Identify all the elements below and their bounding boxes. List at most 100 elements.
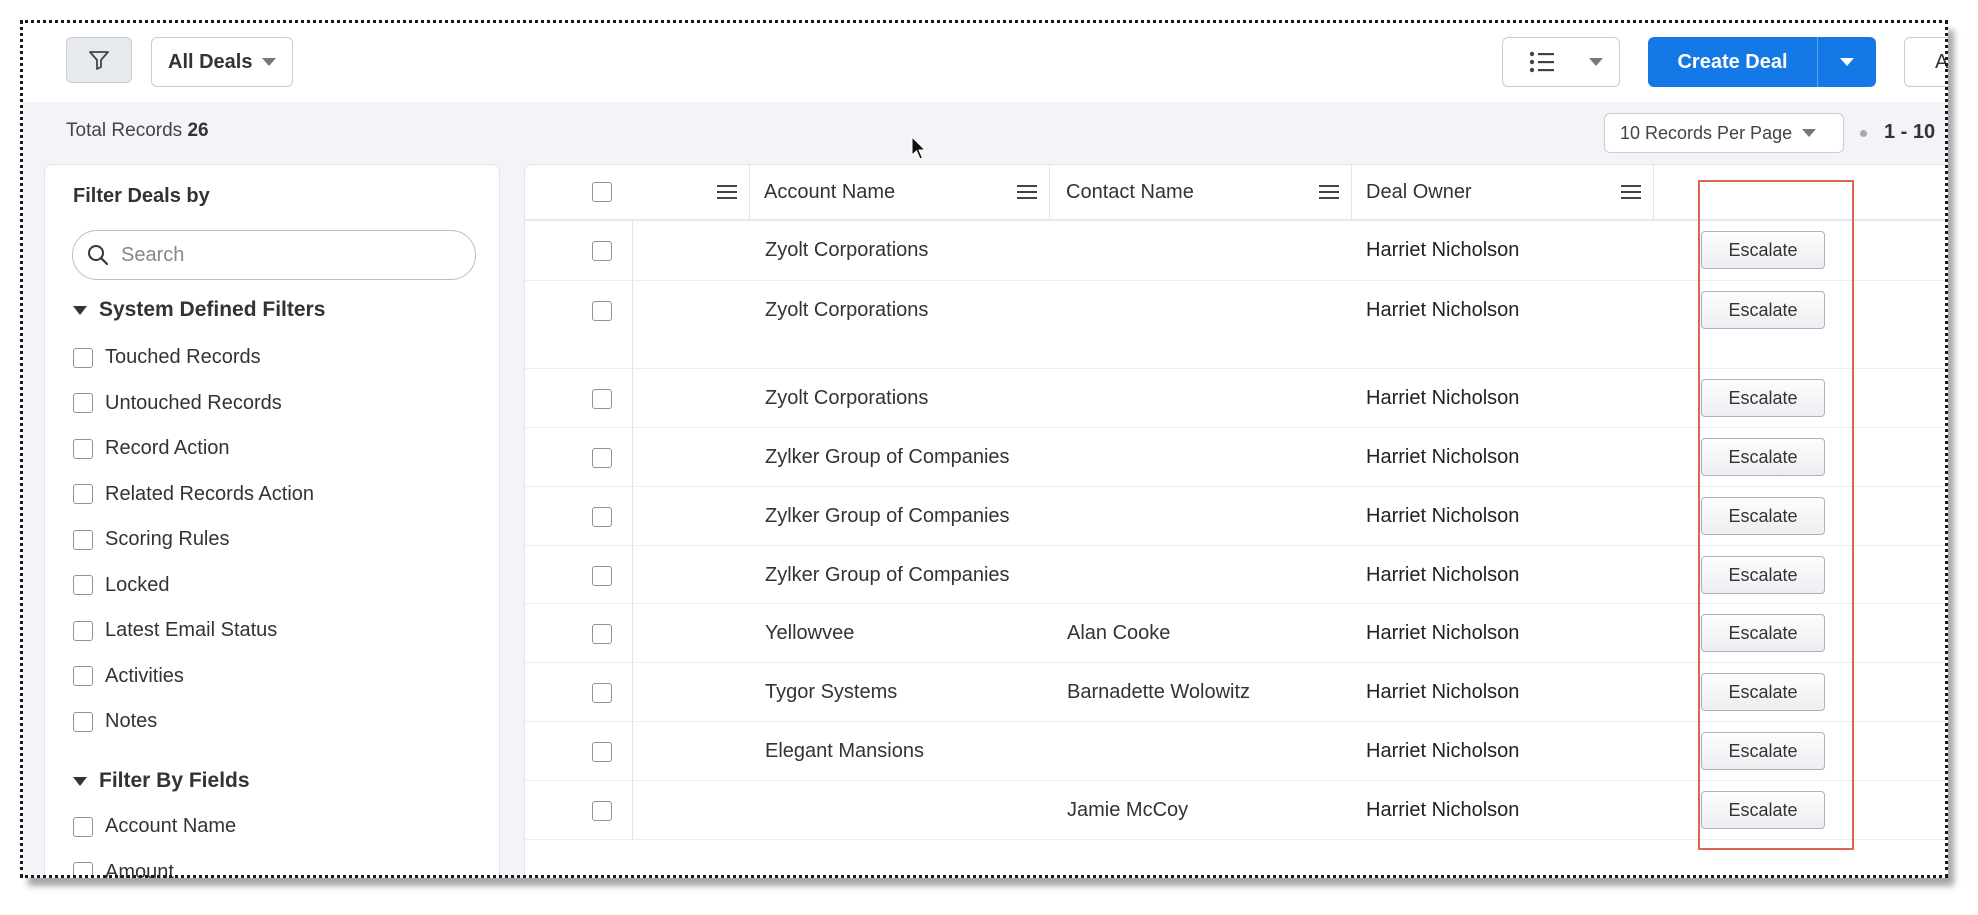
table-row[interactable]: Zyolt Corporations Harriet Nicholson Escal… <box>525 369 1948 428</box>
column-header-account-name[interactable]: Account Name <box>750 165 1050 219</box>
select-all-checkbox[interactable] <box>592 182 612 202</box>
filter-checkbox[interactable] <box>73 393 93 413</box>
table-row[interactable]: Zyolt Corporations Harriet Nicholson Escal… <box>525 221 1948 281</box>
filter-option-label: Record Action <box>105 437 230 459</box>
list-view-button[interactable] <box>1502 37 1620 87</box>
table-row[interactable]: Zyolt Corporations Harriet Nicholson Escal… <box>525 281 1948 369</box>
column-menu-icon[interactable] <box>717 184 737 200</box>
account-name-cell[interactable]: Zylker Group of Companies <box>765 564 1010 587</box>
filter-option-system[interactable]: Notes <box>73 710 157 733</box>
account-name-cell[interactable]: Tygor Systems <box>765 681 897 704</box>
column-menu-icon[interactable] <box>1621 184 1641 200</box>
row-checkbox[interactable] <box>592 742 612 762</box>
create-deal-dropdown-button[interactable] <box>1818 37 1876 87</box>
account-name-cell[interactable]: Zyolt Corporations <box>765 239 928 262</box>
filter-checkbox[interactable] <box>73 438 93 459</box>
account-name-cell[interactable]: Zyolt Corporations <box>765 387 928 410</box>
filter-option-system[interactable]: Locked <box>73 574 170 597</box>
table-row[interactable]: Elegant Mansions Harriet Nicholson Escalat… <box>525 722 1948 781</box>
filter-checkbox[interactable] <box>73 620 93 641</box>
sidebar-search-input[interactable] <box>119 242 453 268</box>
row-checkbox[interactable] <box>592 448 612 468</box>
column-menu-icon[interactable] <box>1017 184 1037 200</box>
filter-checkbox[interactable] <box>73 575 93 595</box>
column-menu-icon[interactable] <box>1319 184 1339 200</box>
filter-checkbox[interactable] <box>73 862 93 878</box>
view-selector[interactable]: All Deals <box>151 37 293 87</box>
separator-dot <box>1860 130 1867 137</box>
filter-option-label: Related Records Action <box>105 482 315 505</box>
row-checkbox[interactable] <box>592 683 612 703</box>
chevron-down-icon <box>1589 58 1603 66</box>
filter-option-label: Activities <box>105 664 184 687</box>
records-per-page-select[interactable]: 10 Records Per Page <box>1604 113 1844 153</box>
system-filters-section-toggle[interactable]: System Defined Filters <box>73 298 325 322</box>
account-name-cell[interactable]: Zyolt Corporations <box>765 299 928 322</box>
row-checkbox[interactable] <box>592 507 612 527</box>
escalate-button[interactable]: Escalate <box>1701 732 1825 770</box>
deal-owner-cell: Harriet Nicholson <box>1366 387 1520 409</box>
row-checkbox[interactable] <box>592 301 612 321</box>
filter-option-system[interactable]: Latest Email Status <box>73 619 277 642</box>
chevron-down-icon <box>262 58 277 66</box>
chevron-down-icon <box>1840 58 1854 66</box>
field-filters-section-toggle[interactable]: Filter By Fields <box>73 769 250 793</box>
filter-icon <box>89 51 109 70</box>
contact-name-cell[interactable]: Barnadette Wolowitz <box>1067 681 1250 704</box>
account-name-cell[interactable]: Yellowvee <box>765 622 854 645</box>
create-deal-button[interactable]: Create Deal <box>1648 37 1818 87</box>
column-header-deal-owner[interactable]: Deal Owner <box>1352 165 1654 219</box>
row-checkbox[interactable] <box>592 389 612 409</box>
sidebar-search <box>72 230 476 280</box>
filter-toggle-button[interactable] <box>66 37 132 83</box>
filter-option-field[interactable]: Account Name <box>73 815 236 838</box>
filter-checkbox[interactable] <box>73 816 93 837</box>
contact-name-cell[interactable]: Alan Cooke <box>1067 622 1170 645</box>
table-row[interactable]: Yellowvee Alan Cooke Harriet Nicholson Esca… <box>525 604 1948 663</box>
filter-option-label: Touched Records <box>105 346 261 368</box>
row-checkbox[interactable] <box>592 801 612 821</box>
filter-option-system[interactable]: Activities <box>73 665 184 688</box>
account-name-cell[interactable]: Elegant Mansions <box>765 740 924 763</box>
caret-down-icon <box>73 305 87 315</box>
filter-checkbox[interactable] <box>73 529 93 550</box>
contact-name-cell[interactable]: Jamie McCoy <box>1067 799 1188 822</box>
filter-option-label: Scoring Rules <box>105 528 230 550</box>
escalate-button[interactable]: Escalate <box>1701 614 1825 652</box>
filter-option-system[interactable]: Scoring Rules <box>73 528 230 551</box>
actions-button[interactable]: A <box>1904 37 1948 87</box>
filter-checkbox[interactable] <box>73 711 93 732</box>
table-row[interactable]: Tygor Systems Barnadette Wolowitz Harriet … <box>525 663 1948 722</box>
column-header-contact-name[interactable]: Contact Name <box>1050 165 1352 219</box>
filter-option-system[interactable]: Record Action <box>73 437 230 460</box>
escalate-button[interactable]: Escalate <box>1701 791 1825 829</box>
escalate-button[interactable]: Escalate <box>1701 231 1825 269</box>
filter-checkbox[interactable] <box>73 666 93 686</box>
row-checkbox[interactable] <box>592 624 612 644</box>
column-divider <box>632 722 633 780</box>
escalate-button[interactable]: Escalate <box>1701 673 1825 711</box>
row-checkbox[interactable] <box>592 566 612 586</box>
table-row[interactable]: Jamie McCoy Harriet Nicholson Escalate <box>525 781 1948 840</box>
filter-checkbox[interactable] <box>73 347 93 368</box>
table-row[interactable]: Zylker Group of Companies Harriet Nichols… <box>525 546 1948 604</box>
filter-checkbox[interactable] <box>73 484 93 504</box>
table-header: Account Name Contact Name Deal Owner <box>525 165 1948 221</box>
escalate-button[interactable]: Escalate <box>1701 291 1825 329</box>
column-header-label: Contact Name <box>1066 180 1194 203</box>
table-row[interactable]: Zylker Group of Companies Harriet Nichols… <box>525 428 1948 487</box>
row-checkbox[interactable] <box>592 241 612 261</box>
escalate-button[interactable]: Escalate <box>1701 379 1825 417</box>
filter-option-field[interactable]: Amount <box>73 861 174 878</box>
escalate-button[interactable]: Escalate <box>1701 438 1825 476</box>
filter-option-system[interactable]: Related Records Action <box>73 483 314 506</box>
account-name-cell[interactable]: Zylker Group of Companies <box>765 446 1010 469</box>
deal-owner-cell: Harriet Nicholson <box>1366 681 1520 703</box>
filter-option-system[interactable]: Untouched Records <box>73 392 282 415</box>
mouse-cursor-icon <box>911 136 927 160</box>
escalate-button[interactable]: Escalate <box>1701 556 1825 594</box>
escalate-button[interactable]: Escalate <box>1701 497 1825 535</box>
filter-option-system[interactable]: Touched Records <box>73 346 261 369</box>
account-name-cell[interactable]: Zylker Group of Companies <box>765 505 1010 528</box>
table-row[interactable]: Zylker Group of Companies Harriet Nichols… <box>525 487 1948 546</box>
